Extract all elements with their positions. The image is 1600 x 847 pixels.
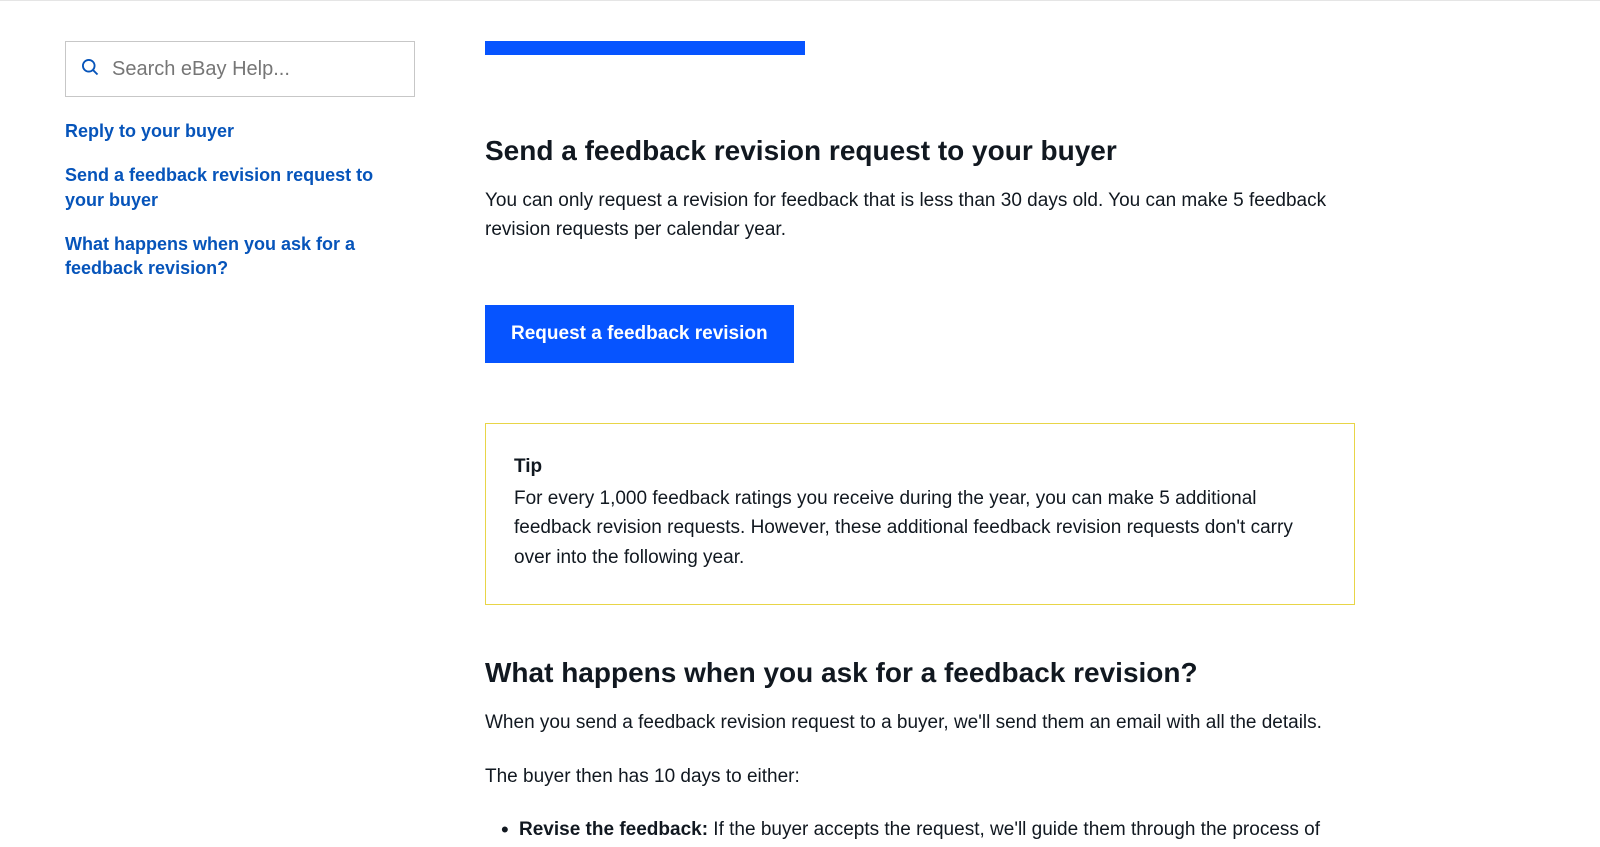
section-heading-what-happens: What happens when you ask for a feedback… — [485, 655, 1355, 690]
search-box[interactable] — [65, 41, 415, 97]
bullet-item-revise: Revise the feedback: If the buyer accept… — [519, 815, 1355, 844]
section-para-what-1: When you send a feedback revision reques… — [485, 708, 1355, 737]
nav-link-reply[interactable]: Reply to your buyer — [65, 119, 415, 143]
section-heading-send: Send a feedback revision request to your… — [485, 133, 1355, 168]
tip-box: Tip For every 1,000 feedback ratings you… — [485, 423, 1355, 605]
bullet-rest: If the buyer accepts the request, we'll … — [708, 819, 1320, 840]
sidebar: Reply to your buyer Send a feedback revi… — [65, 41, 445, 845]
accent-bar — [485, 41, 805, 55]
tip-title: Tip — [514, 456, 1326, 478]
nav-link-send-request[interactable]: Send a feedback revision request to your… — [65, 163, 415, 212]
tip-body: For every 1,000 feedback ratings you rec… — [514, 484, 1326, 572]
bullet-strong: Revise the feedback: — [519, 819, 708, 840]
section-para-send: You can only request a revision for feed… — [485, 186, 1355, 245]
request-revision-button[interactable]: Request a feedback revision — [485, 305, 794, 363]
search-icon — [80, 57, 100, 82]
nav-link-what-happens[interactable]: What happens when you ask for a feedback… — [65, 232, 415, 281]
main-content: Send a feedback revision request to your… — [485, 41, 1355, 845]
search-input[interactable] — [112, 58, 400, 81]
section-para-what-2: The buyer then has 10 days to either: — [485, 762, 1355, 791]
